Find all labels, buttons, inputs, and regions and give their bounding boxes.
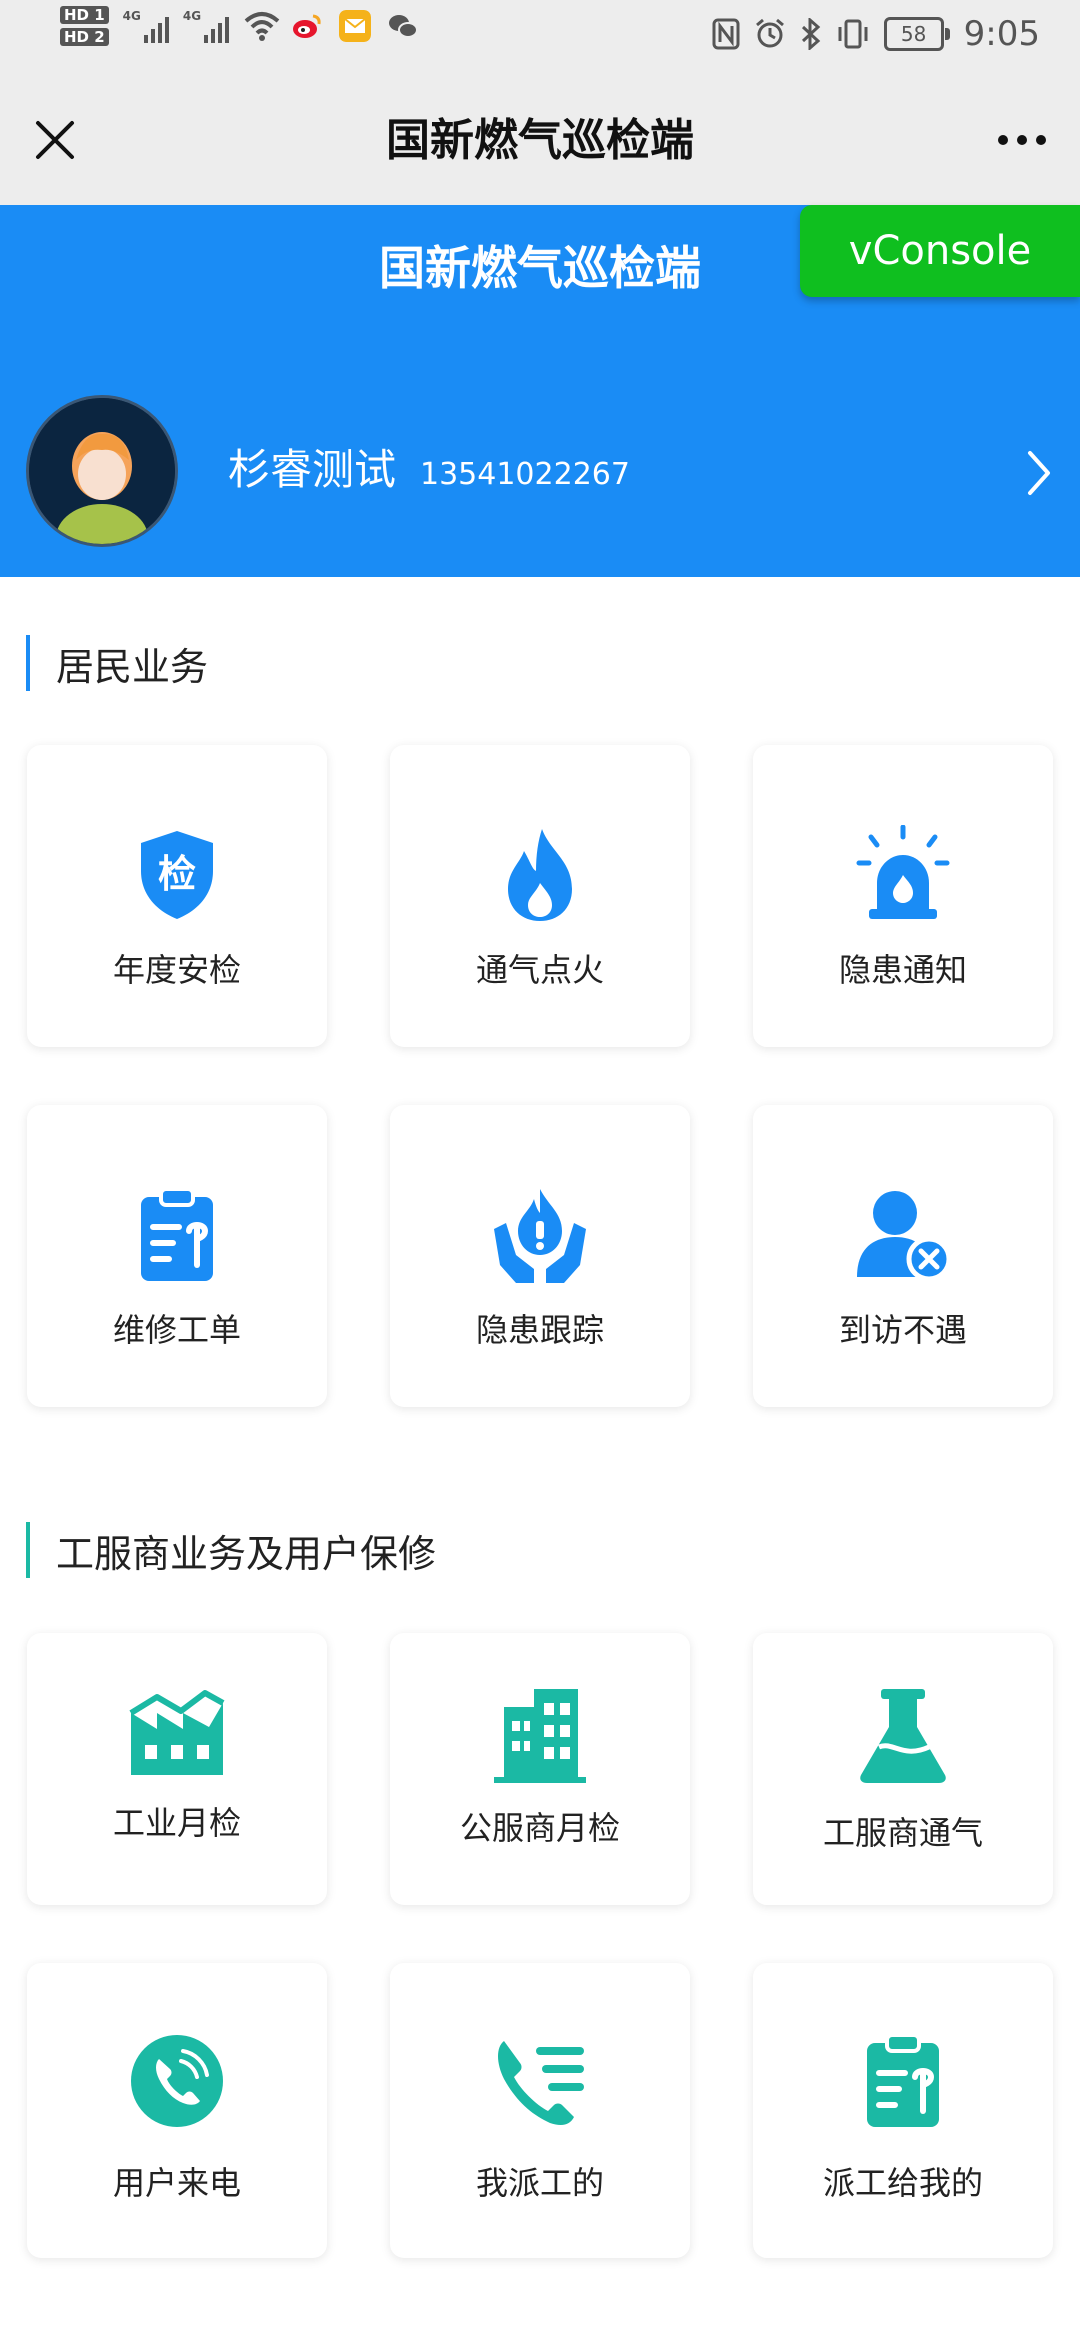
user-name: 杉睿测试 <box>228 445 397 494</box>
grid-item-label: 工服商通气 <box>822 1814 983 1852</box>
grid-item-hazard-tracking[interactable]: 隐患跟踪 <box>390 1105 690 1407</box>
nav-title: 国新燃气巡检端 <box>386 115 694 166</box>
user-phone: 13541022267 <box>420 457 630 492</box>
clock: 9:05 <box>963 14 1040 54</box>
weibo-icon <box>293 14 321 38</box>
hd1-badge: HD 1 <box>60 6 109 24</box>
user-x-icon <box>857 1191 952 1282</box>
grid-item-label: 通气点火 <box>475 951 604 989</box>
grid-item-hazard-notice[interactable]: 隐患通知 <box>753 745 1053 1047</box>
network-type-label: 4G <box>182 9 202 23</box>
grid-item-label: 维修工单 <box>112 1311 241 1349</box>
network-type-label: 4G <box>122 9 141 23</box>
alarm-icon <box>755 18 784 48</box>
profile-header: 国新燃气巡检端 vConsole 杉睿测试 13541022267 <box>0 205 1080 577</box>
chevron-right-icon[interactable] <box>1018 445 1058 501</box>
svg-text:检: 检 <box>158 852 196 896</box>
avatar[interactable] <box>26 395 178 547</box>
more-options-icon[interactable] <box>998 135 1046 145</box>
flask-icon <box>860 1689 946 1783</box>
phone-list-icon <box>498 2041 584 2125</box>
shield-check-icon: 检 <box>141 831 213 919</box>
grid-item-label: 公服商月检 <box>459 1809 620 1847</box>
grid-item-label: 用户来电 <box>112 2164 241 2202</box>
grid-item-annual-inspection[interactable]: 检 年度安检 <box>27 745 327 1047</box>
grid-item-commercial-gas[interactable]: 工服商通气 <box>753 1633 1053 1905</box>
grid-item-my-dispatched[interactable]: 我派工的 <box>390 1963 690 2258</box>
hd-indicators: HD 1 HD 2 <box>60 6 109 46</box>
grid-item-label: 派工给我的 <box>822 2164 983 2202</box>
grid-item-user-call[interactable]: 用户来电 <box>27 1963 327 2258</box>
grid-item-label: 隐患通知 <box>838 951 967 989</box>
section-title-commercial: 工服商业务及用户保修 <box>26 1522 436 1578</box>
mail-icon <box>339 10 372 42</box>
bluetooth-icon <box>801 18 820 50</box>
signal-icon: 4G <box>123 9 169 43</box>
status-bar-left: HD 1 HD 2 4G 4G <box>60 6 419 46</box>
nfc-icon <box>712 18 740 50</box>
user-avatar-icon <box>29 398 175 544</box>
hd2-badge: HD 2 <box>60 28 109 46</box>
alarm-siren-icon <box>856 825 950 919</box>
clipboard-wrench-icon <box>141 1187 213 1281</box>
section-accent-bar <box>26 635 30 691</box>
section-title-text: 工服商业务及用户保修 <box>56 1531 437 1576</box>
flame-icon <box>508 829 572 921</box>
grid-item-label: 到访不遇 <box>838 1311 967 1349</box>
section-title-text: 居民业务 <box>56 644 209 689</box>
grid-item-public-monthly[interactable]: 公服商月检 <box>390 1633 690 1905</box>
clipboard-wrench-icon <box>867 2033 939 2127</box>
grid-item-dispatched-to-me[interactable]: 派工给我的 <box>753 1963 1053 2258</box>
wifi-icon <box>244 12 280 41</box>
grid-item-label: 年度安检 <box>112 951 241 989</box>
phone-circle-icon <box>131 2035 223 2127</box>
signal-icon: 4G <box>182 9 230 43</box>
grid-item-label: 隐患跟踪 <box>475 1311 604 1349</box>
grid-item-industrial-monthly[interactable]: 工业月检 <box>27 1633 327 1905</box>
grid-item-visit-missed[interactable]: 到访不遇 <box>753 1105 1053 1407</box>
grid-item-repair-order[interactable]: 维修工单 <box>27 1105 327 1407</box>
nav-bar: 国新燃气巡检端 <box>0 75 1080 205</box>
vconsole-button[interactable]: vConsole <box>800 205 1080 297</box>
hands-flame-icon <box>494 1189 586 1283</box>
building-icon <box>494 1689 586 1783</box>
grid-item-label: 我派工的 <box>475 2164 604 2202</box>
wechat-icon <box>389 15 419 38</box>
grid-item-gas-ignition[interactable]: 通气点火 <box>390 745 690 1047</box>
section-accent-bar <box>26 1522 30 1578</box>
vibrate-icon <box>838 19 868 49</box>
grid-item-label: 工业月检 <box>112 1804 241 1842</box>
battery-indicator: 58 <box>883 17 950 51</box>
section-title-residential: 居民业务 <box>26 635 208 691</box>
factory-chart-icon <box>129 1690 225 1775</box>
status-bar: HD 1 HD 2 4G 4G 58 9:05 <box>0 0 1080 75</box>
status-bar-right: 58 9:05 <box>712 14 1040 54</box>
